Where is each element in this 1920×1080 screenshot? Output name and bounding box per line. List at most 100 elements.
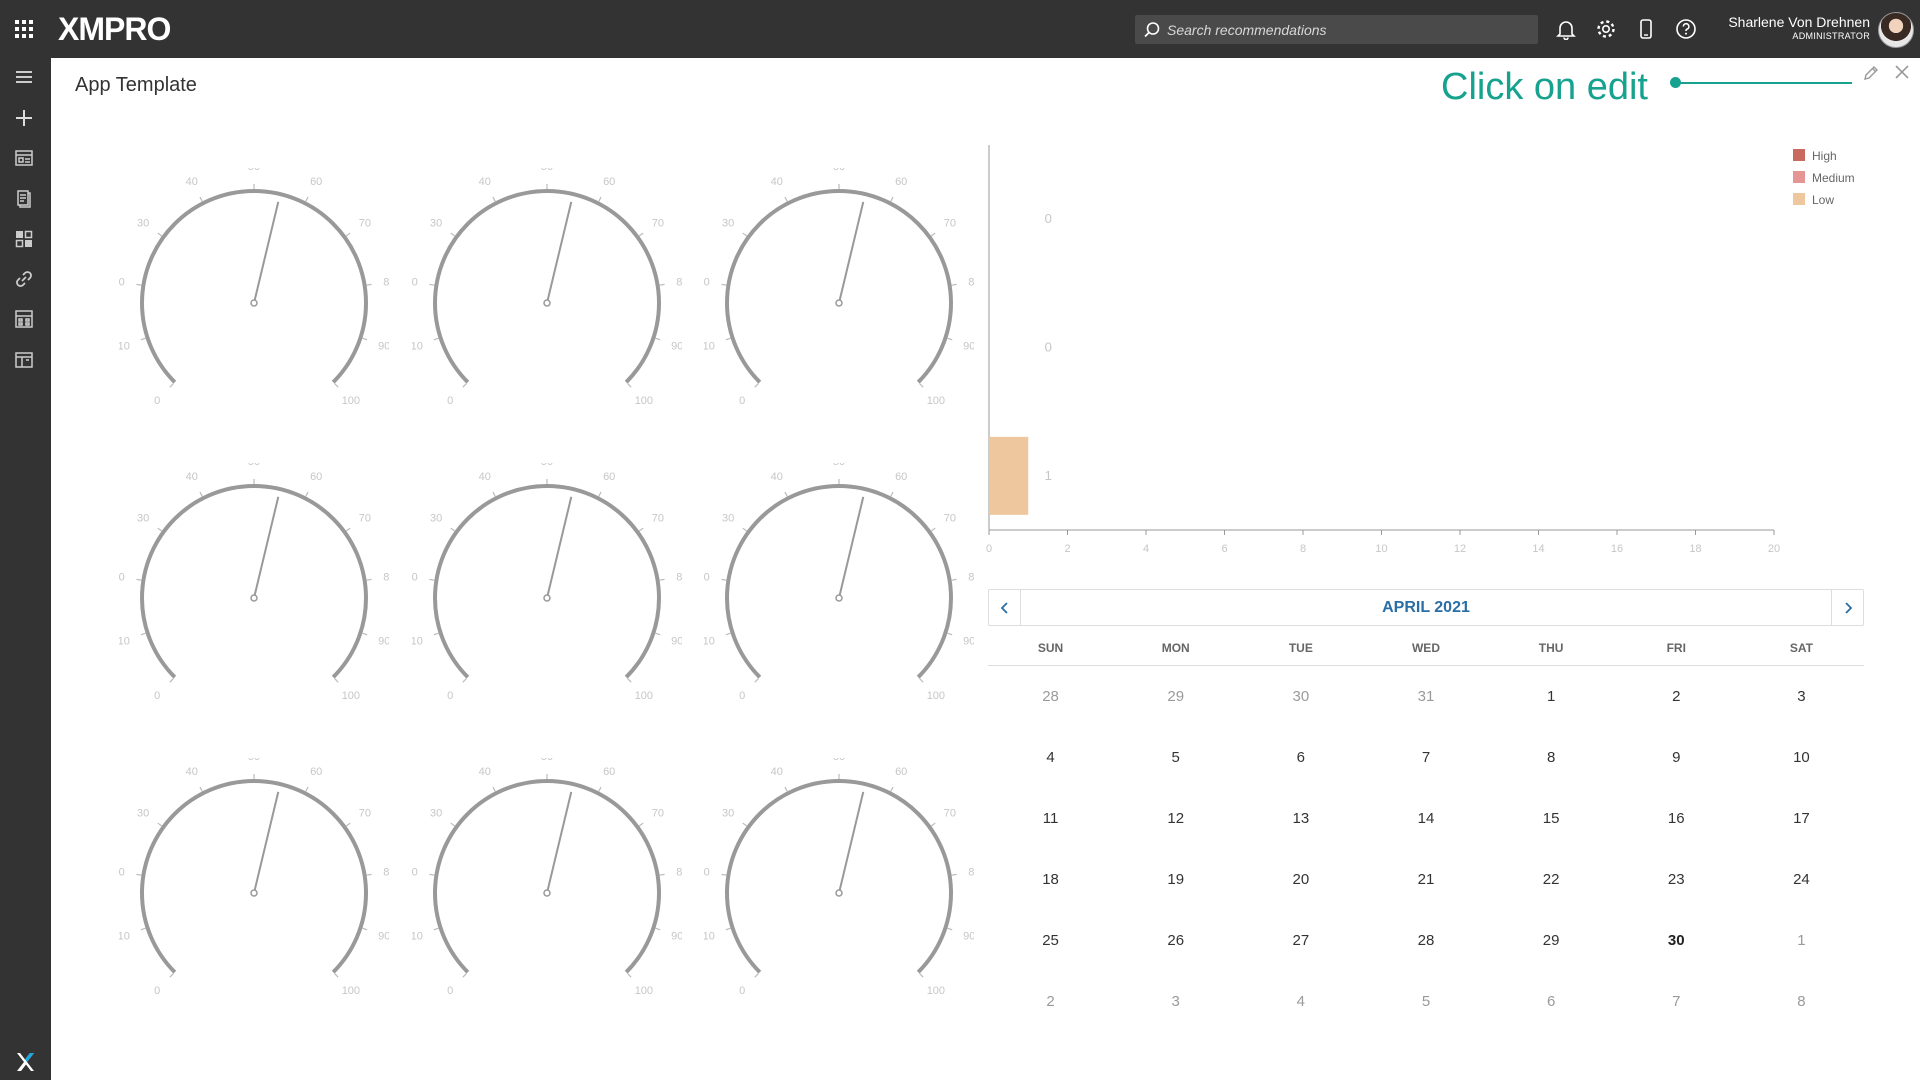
calendar-day[interactable]: 19 xyxy=(1113,849,1238,910)
calendar-day[interactable]: 1 xyxy=(1489,666,1614,727)
calendar-day[interactable]: 17 xyxy=(1739,788,1864,849)
calendar-day[interactable]: 31 xyxy=(1363,666,1488,727)
gauge-pivot xyxy=(543,299,551,307)
gauge-tick-label: 10 xyxy=(119,340,130,352)
gauge-7[interactable]: 0 10 20 30 40 50 60 70 80 90 100 xyxy=(113,751,396,1008)
calendar-day[interactable]: 21 xyxy=(1363,849,1488,910)
calendar-day[interactable]: 3 xyxy=(1113,971,1238,1032)
calendar-day[interactable]: 7 xyxy=(1614,971,1739,1032)
search-input[interactable] xyxy=(1167,21,1527,38)
user-info[interactable]: Sharlene Von Drehnen ADMINISTRATOR xyxy=(1728,14,1870,41)
calendar-day[interactable]: 8 xyxy=(1739,971,1864,1032)
gauge-tick-label: 90 xyxy=(963,340,974,352)
gauge-tick-label: 20 xyxy=(704,867,710,879)
gauge-2[interactable]: 0 10 20 30 40 50 60 70 80 90 100 xyxy=(406,161,689,418)
calendar-day[interactable]: 22 xyxy=(1489,849,1614,910)
gauge-tick-label: 60 xyxy=(603,766,615,778)
gauge-tick xyxy=(305,491,309,497)
weekday-label: THU xyxy=(1538,641,1564,655)
calendar-day[interactable]: 25 xyxy=(988,910,1113,971)
gauge-tick-label: 80 xyxy=(676,867,682,879)
calendar-day[interactable]: 16 xyxy=(1614,788,1739,849)
gear-icon[interactable] xyxy=(1593,16,1619,42)
close-icon[interactable] xyxy=(1894,64,1910,80)
calendar-day[interactable]: 4 xyxy=(1238,971,1363,1032)
calendar-day[interactable]: 2 xyxy=(1614,666,1739,727)
gauge-tick-label: 60 xyxy=(603,471,615,483)
calendar-month-title[interactable]: APRIL 2021 xyxy=(1021,590,1831,625)
gauge-tick xyxy=(136,578,142,581)
avatar[interactable] xyxy=(1878,12,1914,48)
calendar-day[interactable]: 11 xyxy=(988,788,1113,849)
calendar-day[interactable]: 20 xyxy=(1238,849,1363,910)
integration-link-icon[interactable] xyxy=(13,268,35,290)
calendar-day[interactable]: 30 xyxy=(1238,666,1363,727)
xmpro-logo[interactable]: XMPRO xyxy=(58,10,171,48)
calendar-day[interactable]: 12 xyxy=(1113,788,1238,849)
calendar-day[interactable]: 5 xyxy=(1363,971,1488,1032)
calendar-day[interactable]: 15 xyxy=(1489,788,1614,849)
chart-bar[interactable] xyxy=(989,436,1029,515)
calendar-day-today[interactable]: 30 xyxy=(1614,910,1739,971)
risk-bar-chart[interactable]: 0 2 4 6 8 10 12 14 16 18 20 0 0 1 High Medium Low xyxy=(985,140,1885,560)
help-icon[interactable] xyxy=(1673,16,1699,42)
calendar-day[interactable]: 28 xyxy=(1363,910,1488,971)
calendar-day[interactable]: 7 xyxy=(1363,727,1488,788)
calendar-day[interactable]: 6 xyxy=(1238,727,1363,788)
gauge-3[interactable]: 0 10 20 30 40 50 60 70 80 90 100 xyxy=(698,161,981,418)
calendar-day[interactable]: 5 xyxy=(1113,727,1238,788)
calendar-day[interactable]: 8 xyxy=(1489,727,1614,788)
calendar-day[interactable]: 18 xyxy=(988,849,1113,910)
gauge-tick-label: 20 xyxy=(119,572,125,584)
xmpro-mark-icon[interactable] xyxy=(13,1050,37,1074)
menu-icon[interactable] xyxy=(13,66,35,88)
data-stream-icon[interactable] xyxy=(13,188,35,210)
mobile-icon[interactable] xyxy=(1633,16,1659,42)
calendar-day[interactable]: 1 xyxy=(1739,910,1864,971)
calendar-day[interactable]: 4 xyxy=(988,727,1113,788)
gauge-tick xyxy=(655,632,661,636)
search-box[interactable] xyxy=(1135,15,1538,44)
calendar-day[interactable]: 27 xyxy=(1238,910,1363,971)
gauge-tick xyxy=(136,283,142,286)
layout-icon[interactable] xyxy=(13,349,35,371)
chevron-right-icon[interactable] xyxy=(1831,590,1863,625)
add-icon[interactable] xyxy=(13,107,35,129)
chevron-left-icon[interactable] xyxy=(989,590,1021,625)
dashboard-icon[interactable] xyxy=(13,228,35,250)
calendar-day[interactable]: 29 xyxy=(1489,910,1614,971)
gauge-5[interactable]: 0 10 20 30 40 50 60 70 80 90 100 xyxy=(406,456,689,713)
legend-label[interactable]: Low xyxy=(1812,193,1834,207)
calendar-day[interactable]: 29 xyxy=(1113,666,1238,727)
bell-icon[interactable] xyxy=(1553,16,1579,42)
calendar-day[interactable]: 24 xyxy=(1739,849,1864,910)
calendar-day[interactable]: 3 xyxy=(1739,666,1864,727)
calendar-day[interactable]: 23 xyxy=(1614,849,1739,910)
gauge-4[interactable]: 0 10 20 30 40 50 60 70 80 90 100 xyxy=(113,456,396,713)
apps-grid-icon[interactable] xyxy=(14,19,34,39)
calendar-day[interactable]: 14 xyxy=(1363,788,1488,849)
pencil-icon[interactable] xyxy=(1862,64,1880,82)
calendar-day[interactable]: 6 xyxy=(1489,971,1614,1032)
gauge-tick-label: 90 xyxy=(378,340,389,352)
gauge-tick xyxy=(754,973,759,978)
calendar-day[interactable]: 13 xyxy=(1238,788,1363,849)
gauge-tick-label: 0 xyxy=(739,985,745,997)
calculator-icon[interactable] xyxy=(13,308,35,330)
gauge-tick-label: 50 xyxy=(248,168,260,173)
gauge-6[interactable]: 0 10 20 30 40 50 60 70 80 90 100 xyxy=(698,456,981,713)
legend-label[interactable]: High xyxy=(1812,149,1837,163)
gauge-tick-label: 30 xyxy=(430,512,442,524)
calendar-day[interactable]: 26 xyxy=(1113,910,1238,971)
app-designer-icon[interactable] xyxy=(13,147,35,169)
calendar-day[interactable]: 2 xyxy=(988,971,1113,1032)
gauge-8[interactable]: 0 10 20 30 40 50 60 70 80 90 100 xyxy=(406,751,689,1008)
gauge-tick xyxy=(784,491,788,497)
calendar-day[interactable]: 10 xyxy=(1739,727,1864,788)
gauge-9[interactable]: 0 10 20 30 40 50 60 70 80 90 100 xyxy=(698,751,981,1008)
calendar-day[interactable]: 9 xyxy=(1614,727,1739,788)
legend-label[interactable]: Medium xyxy=(1812,171,1855,185)
gauge-1[interactable]: 0 10 20 30 40 50 60 70 80 90 100 xyxy=(113,161,396,418)
gauge-tick-label: 80 xyxy=(968,277,974,289)
calendar-day[interactable]: 28 xyxy=(988,666,1113,727)
